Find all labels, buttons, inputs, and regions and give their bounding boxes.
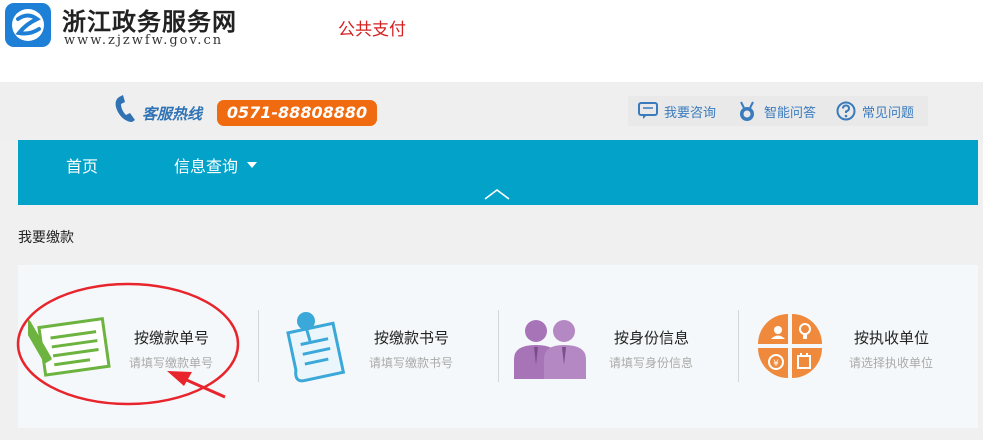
option-title: 按执收单位	[854, 329, 930, 347]
phone-icon	[115, 95, 135, 122]
question-icon	[836, 101, 856, 121]
site-header: 浙江政务服务网 www.zjzwfw.gov.cn 公共支付	[0, 0, 983, 82]
page-subtitle: 公共支付	[338, 20, 406, 40]
people-icon	[514, 320, 586, 379]
site-logo[interactable]	[4, 2, 52, 48]
pinned-note-icon	[286, 312, 346, 383]
top-links: 我要咨询 智能问答 常见问题	[628, 96, 928, 126]
smart-qa-link[interactable]: 智能问答	[736, 96, 816, 126]
main-nav: 首页 信息查询	[18, 140, 978, 205]
consult-link[interactable]: 我要咨询	[638, 96, 716, 126]
hotline-number: 0571-88808880	[217, 100, 377, 126]
section-title: 我要缴款	[18, 230, 74, 246]
option-description: 请选择执收单位	[849, 356, 934, 370]
option-description: 请填写身份信息	[609, 356, 694, 370]
faq-link[interactable]: 常见问题	[836, 96, 914, 126]
pay-by-identity[interactable]: 按身份信息 请填写身份信息	[498, 265, 738, 428]
nav-item-info-query-label: 信息查询	[174, 157, 239, 176]
nav-item-home[interactable]: 首页	[66, 153, 98, 177]
smart-qa-link-label: 智能问答	[764, 105, 817, 121]
chat-icon	[638, 102, 658, 119]
option-description: 请填写缴款书号	[369, 356, 454, 370]
robot-icon	[740, 101, 754, 121]
site-title: 浙江政务服务网	[62, 7, 237, 36]
unit-quadrant-icon: ¥	[758, 314, 822, 378]
nav-item-info-query[interactable]: 信息查询	[174, 153, 258, 177]
chevron-up-icon[interactable]	[483, 187, 511, 201]
payment-options-panel: 按缴款单号 请填写缴款单号 按缴款书号 请填写缴款书号 按身份信息 请填写身份信…	[18, 265, 978, 428]
pay-by-bill-number[interactable]: 按缴款单号 请填写缴款单号	[18, 265, 258, 428]
option-title: 按缴款单号	[134, 329, 210, 347]
svg-text:¥: ¥	[773, 359, 779, 369]
pay-by-notice-number[interactable]: 按缴款书号 请填写缴款书号	[258, 265, 498, 428]
site-url: www.zjzwfw.gov.cn	[64, 33, 224, 48]
option-title: 按身份信息	[614, 329, 690, 347]
consult-link-label: 我要咨询	[664, 105, 717, 121]
document-pencil-icon	[28, 316, 111, 377]
hotline-label: 客服热线	[142, 105, 203, 123]
pay-by-collecting-unit[interactable]: ¥ 按执收单位 请选择执收单位	[738, 265, 978, 428]
caret-down-icon	[247, 162, 258, 168]
option-description: 请填写缴款单号	[129, 356, 214, 370]
hotline-bar: 客服热线 0571-88808880 我要咨询 智能问答 常见问题	[0, 82, 983, 140]
faq-link-label: 常见问题	[862, 105, 915, 121]
option-title: 按缴款书号	[374, 329, 450, 347]
nav-item-home-label: 首页	[66, 157, 99, 176]
